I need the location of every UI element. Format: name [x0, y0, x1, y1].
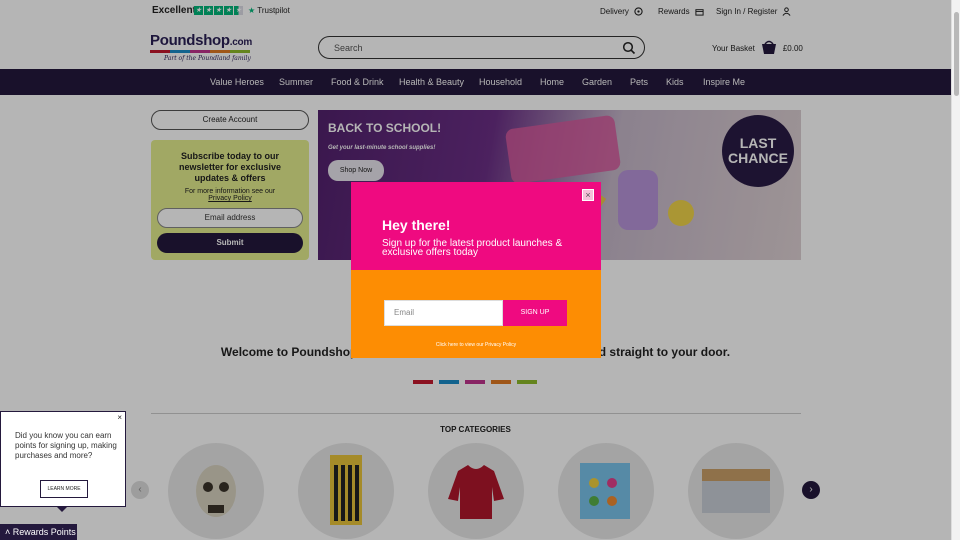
rewards-popup-pointer	[56, 506, 68, 512]
rewards-points-tab[interactable]: ˄ Rewards Points	[0, 524, 77, 540]
rewards-close-icon[interactable]: ×	[117, 413, 122, 422]
modal-email-input[interactable]: Email	[384, 300, 503, 326]
modal-signup-button[interactable]: SIGN UP	[503, 300, 567, 326]
modal-subtitle: Sign up for the latest product launches …	[382, 238, 563, 258]
modal-privacy-link[interactable]: Click here to view our Privacy Policy	[351, 342, 601, 348]
rewards-popup: × Did you know you can earn points for s…	[0, 411, 126, 507]
scrollbar-thumb[interactable]	[954, 12, 959, 96]
rewards-text: Did you know you can earn points for sig…	[15, 431, 117, 460]
learn-more-button[interactable]: LEARN MORE	[40, 480, 88, 498]
chevron-up-icon: ˄	[5, 527, 11, 537]
page-scrollbar[interactable]	[951, 0, 960, 540]
rewards-tab-label: Rewards Points	[12, 527, 76, 537]
modal-title: Hey there!	[382, 217, 451, 233]
modal-close-icon[interactable]: ×	[582, 189, 594, 201]
signup-modal: × Hey there! Sign up for the latest prod…	[351, 182, 601, 358]
